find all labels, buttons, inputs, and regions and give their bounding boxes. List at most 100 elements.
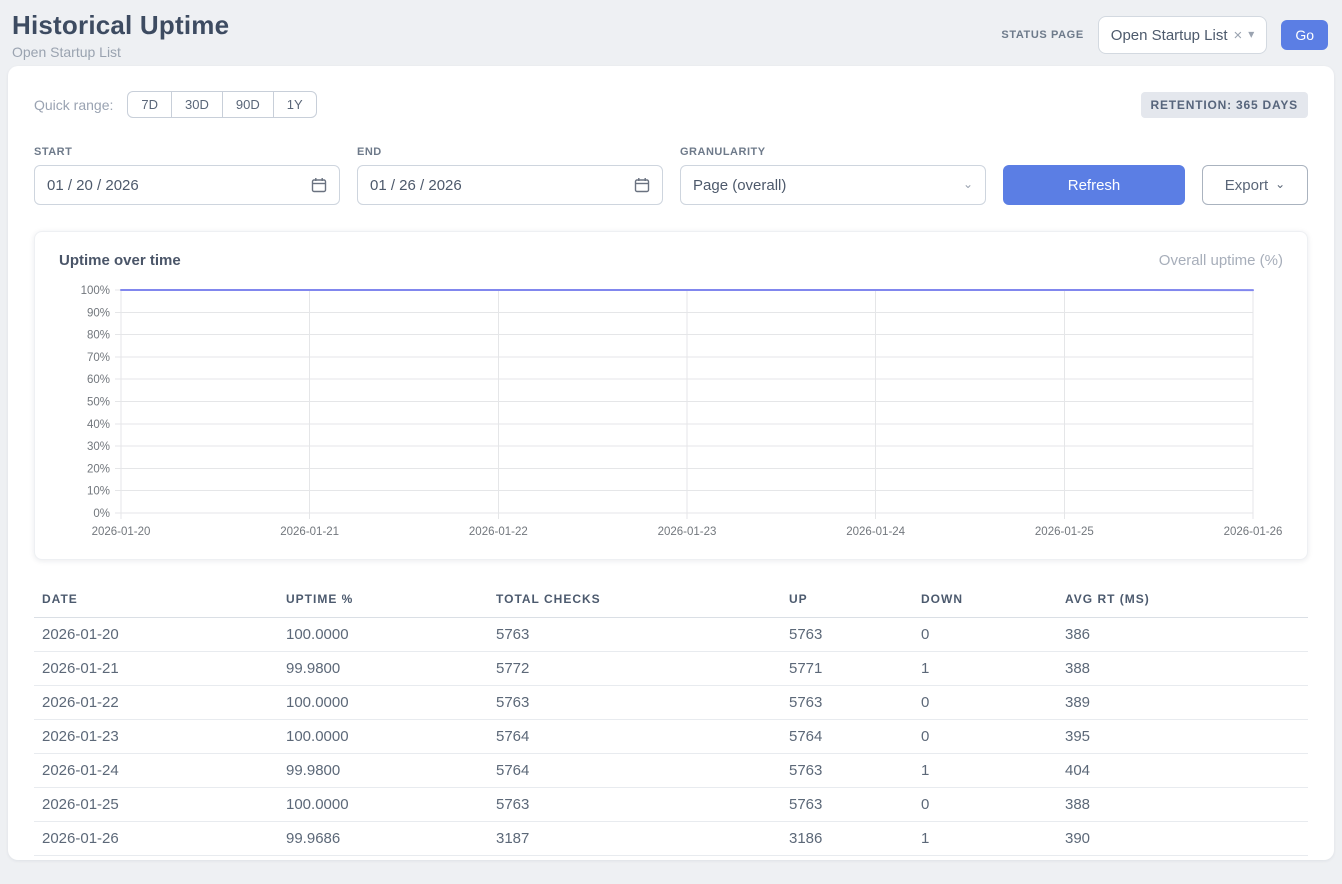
chart-legend: Overall uptime (%) — [1159, 252, 1283, 269]
down-cell: 1 — [913, 822, 1057, 856]
end-date-field: END 01 / 26 / 2026 — [357, 146, 663, 205]
chevron-down-icon: ⌄ — [963, 177, 973, 191]
column-header-uptime: UPTIME % — [278, 584, 488, 618]
column-header-avg-rt: AVG RT (MS) — [1057, 584, 1308, 618]
svg-text:2026-01-26: 2026-01-26 — [1224, 526, 1283, 538]
svg-text:20%: 20% — [87, 463, 110, 475]
uptime-cell: 100.0000 — [278, 686, 488, 720]
refresh-button[interactable]: Refresh — [1003, 165, 1185, 205]
svg-text:80%: 80% — [87, 330, 110, 342]
avg-rt-cell: 388 — [1057, 788, 1308, 822]
filter-form-row: START 01 / 20 / 2026 END 01 / 26 / 2026 — [34, 146, 1308, 205]
quick-range-7d-button[interactable]: 7D — [127, 91, 172, 118]
quick-range-group: Quick range: 7D 30D 90D 1Y — [34, 91, 317, 118]
table-row: 2026-01-24 99.9800 5764 5763 1 404 — [34, 754, 1308, 788]
end-date-value: 01 / 26 / 2026 — [370, 177, 634, 194]
granularity-selected-value: Page (overall) — [693, 177, 963, 194]
clear-selection-icon[interactable]: × — [1234, 28, 1243, 43]
up-cell: 5763 — [781, 788, 913, 822]
date-cell: 2026-01-23 — [34, 720, 278, 754]
avg-rt-cell: 388 — [1057, 652, 1308, 686]
table-row: 2026-01-22 100.0000 5763 5763 0 389 — [34, 686, 1308, 720]
quick-range-label: Quick range: — [34, 97, 113, 113]
total-checks-cell: 3187 — [488, 822, 781, 856]
calendar-icon[interactable] — [634, 177, 650, 193]
avg-rt-cell: 390 — [1057, 822, 1308, 856]
end-date-input[interactable]: 01 / 26 / 2026 — [357, 165, 663, 205]
chart-title: Uptime over time — [59, 252, 181, 269]
up-cell: 5763 — [781, 618, 913, 652]
svg-text:50%: 50% — [87, 397, 110, 409]
page-heading-block: Historical Uptime Open Startup List — [12, 10, 229, 60]
avg-rt-cell: 395 — [1057, 720, 1308, 754]
svg-text:70%: 70% — [87, 352, 110, 364]
granularity-field: GRANULARITY Page (overall) ⌄ — [680, 146, 986, 205]
start-date-label: START — [34, 146, 340, 158]
avg-rt-cell: 389 — [1057, 686, 1308, 720]
table-row: 2026-01-25 100.0000 5763 5763 0 388 — [34, 788, 1308, 822]
uptime-cell: 100.0000 — [278, 618, 488, 652]
svg-text:2026-01-24: 2026-01-24 — [846, 526, 905, 538]
date-cell: 2026-01-24 — [34, 754, 278, 788]
svg-text:2026-01-23: 2026-01-23 — [658, 526, 717, 538]
start-date-input[interactable]: 01 / 20 / 2026 — [34, 165, 340, 205]
uptime-table: DATE UPTIME % TOTAL CHECKS UP DOWN AVG R… — [34, 584, 1308, 856]
uptime-line-chart: 100%90%80%70%60%50%40%30%20%10%0%2026-01… — [57, 283, 1285, 547]
table-row: 2026-01-23 100.0000 5764 5764 0 395 — [34, 720, 1308, 754]
status-page-selected-value: Open Startup List — [1111, 27, 1228, 44]
quick-range-1y-button[interactable]: 1Y — [273, 91, 317, 118]
column-header-down: DOWN — [913, 584, 1057, 618]
table-row: 2026-01-21 99.9800 5772 5771 1 388 — [34, 652, 1308, 686]
uptime-cell: 100.0000 — [278, 720, 488, 754]
table-header-row: DATE UPTIME % TOTAL CHECKS UP DOWN AVG R… — [34, 584, 1308, 618]
up-cell: 5763 — [781, 686, 913, 720]
down-cell: 0 — [913, 686, 1057, 720]
svg-text:100%: 100% — [81, 285, 110, 297]
calendar-icon[interactable] — [311, 177, 327, 193]
main-card: Quick range: 7D 30D 90D 1Y RETENTION: 36… — [8, 66, 1334, 860]
down-cell: 0 — [913, 720, 1057, 754]
avg-rt-cell: 386 — [1057, 618, 1308, 652]
page-title: Historical Uptime — [12, 10, 229, 41]
svg-text:2026-01-21: 2026-01-21 — [280, 526, 339, 538]
chevron-down-icon: ▾ — [1248, 27, 1254, 41]
uptime-cell: 99.9800 — [278, 652, 488, 686]
quick-range-30d-button[interactable]: 30D — [171, 91, 223, 118]
chart-header: Uptime over time Overall uptime (%) — [57, 252, 1285, 283]
date-cell: 2026-01-25 — [34, 788, 278, 822]
granularity-label: GRANULARITY — [680, 146, 986, 158]
quick-range-buttons: 7D 30D 90D 1Y — [127, 91, 316, 118]
svg-text:60%: 60% — [87, 374, 110, 386]
date-cell: 2026-01-21 — [34, 652, 278, 686]
quick-range-row: Quick range: 7D 30D 90D 1Y RETENTION: 36… — [34, 91, 1308, 118]
svg-text:10%: 10% — [87, 486, 110, 498]
status-page-controls: STATUS PAGE Open Startup List × ▾ Go — [1001, 16, 1328, 54]
start-date-value: 01 / 20 / 2026 — [47, 177, 311, 194]
down-cell: 1 — [913, 652, 1057, 686]
svg-text:2026-01-22: 2026-01-22 — [469, 526, 528, 538]
date-cell: 2026-01-26 — [34, 822, 278, 856]
end-date-label: END — [357, 146, 663, 158]
uptime-cell: 99.9800 — [278, 754, 488, 788]
uptime-cell: 100.0000 — [278, 788, 488, 822]
export-button[interactable]: Export ⌄ — [1202, 165, 1308, 205]
granularity-select[interactable]: Page (overall) ⌄ — [680, 165, 986, 205]
total-checks-cell: 5764 — [488, 720, 781, 754]
svg-text:2026-01-20: 2026-01-20 — [92, 526, 151, 538]
status-page-label: STATUS PAGE — [1001, 29, 1083, 41]
table-row: 2026-01-26 99.9686 3187 3186 1 390 — [34, 822, 1308, 856]
page-header: Historical Uptime Open Startup List STAT… — [0, 0, 1342, 66]
chevron-down-icon: ⌄ — [1275, 177, 1285, 191]
column-header-total-checks: TOTAL CHECKS — [488, 584, 781, 618]
total-checks-cell: 5772 — [488, 652, 781, 686]
quick-range-90d-button[interactable]: 90D — [222, 91, 274, 118]
svg-text:2026-01-25: 2026-01-25 — [1035, 526, 1094, 538]
start-date-field: START 01 / 20 / 2026 — [34, 146, 340, 205]
svg-text:30%: 30% — [87, 441, 110, 453]
status-page-select[interactable]: Open Startup List × ▾ — [1098, 16, 1268, 54]
go-button[interactable]: Go — [1281, 20, 1328, 50]
total-checks-cell: 5763 — [488, 618, 781, 652]
down-cell: 1 — [913, 754, 1057, 788]
column-header-date: DATE — [34, 584, 278, 618]
date-cell: 2026-01-20 — [34, 618, 278, 652]
